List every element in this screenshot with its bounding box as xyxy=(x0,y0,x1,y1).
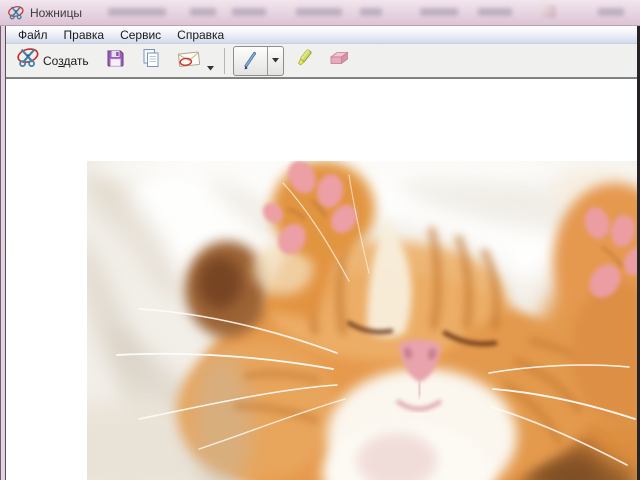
aero-glass-background-artifact xyxy=(360,8,382,16)
aero-glass-background-artifact xyxy=(598,8,624,16)
highlighter-icon xyxy=(294,48,314,73)
snipping-tool-window: Ножницы Файл Правка Сервис Справка xyxy=(0,0,640,480)
pen-dropdown-arrow[interactable] xyxy=(268,47,283,75)
aero-glass-background-artifact xyxy=(190,8,216,16)
eraser-button[interactable] xyxy=(322,46,356,76)
highlighter-button[interactable] xyxy=(288,46,320,76)
aero-glass-background-artifact xyxy=(478,8,512,16)
menubar: Файл Правка Сервис Справка xyxy=(6,26,637,44)
send-dropdown-arrow[interactable] xyxy=(207,58,214,63)
copy-pages-icon xyxy=(141,48,161,73)
titlebar[interactable]: Ножницы xyxy=(0,0,640,26)
save-floppy-icon xyxy=(105,48,125,73)
toolbar-separator xyxy=(224,48,225,74)
toolbar: Создать xyxy=(6,44,637,78)
snipping-tool-app-icon[interactable] xyxy=(8,5,24,21)
aero-glass-background-artifact xyxy=(232,8,266,16)
scissors-icon xyxy=(17,47,39,74)
captured-snip-image[interactable] xyxy=(87,161,637,480)
aero-glass-background-artifact xyxy=(540,5,556,18)
snip-client-area xyxy=(6,78,637,480)
menu-file[interactable]: Файл xyxy=(10,27,56,43)
menu-help[interactable]: Справка xyxy=(169,27,232,43)
window-title: Ножницы xyxy=(30,6,82,20)
envelope-icon xyxy=(177,48,201,73)
new-snip-label: Создать xyxy=(43,54,89,68)
new-snip-button[interactable]: Создать xyxy=(11,46,95,76)
menu-edit[interactable]: Правка xyxy=(56,27,113,43)
aero-glass-background-artifact xyxy=(108,8,166,16)
aero-glass-background-artifact xyxy=(420,8,458,16)
eraser-icon xyxy=(328,48,350,73)
pen-tool-button[interactable] xyxy=(233,46,284,76)
aero-glass-background-artifact xyxy=(296,8,342,16)
save-button[interactable] xyxy=(99,46,131,76)
copy-button[interactable] xyxy=(135,46,167,76)
menu-tools[interactable]: Сервис xyxy=(112,27,169,43)
pen-icon[interactable] xyxy=(234,47,268,75)
send-button[interactable] xyxy=(171,46,220,76)
